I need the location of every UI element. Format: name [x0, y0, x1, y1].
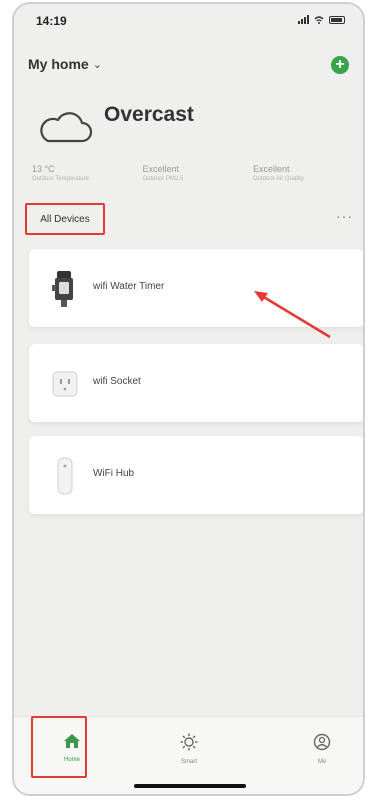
status-icons — [298, 15, 345, 24]
sun-icon — [180, 733, 198, 751]
socket-icon — [52, 371, 78, 397]
weather-stats: 13 °C Outdoor Temperature Excellent Outd… — [32, 164, 349, 182]
home-indicator — [134, 784, 246, 788]
stat-label: Outdoor PM2.5 — [142, 176, 184, 182]
phone-frame: 14:19 My home ⌄ + Overcast 13 °C Outdoor… — [12, 2, 365, 796]
stat-air-quality: Excellent Outdoor Air Quality — [253, 164, 349, 182]
tab-label: Smart — [180, 759, 197, 765]
stat-value: Excellent — [253, 164, 290, 174]
tab-label: Me — [317, 759, 327, 765]
water-timer-icon — [52, 271, 73, 307]
wifi-icon — [314, 15, 324, 24]
tab-me[interactable]: Me — [292, 733, 352, 765]
device-card-socket[interactable]: wifi Socket — [29, 344, 363, 422]
home-tab-highlight — [31, 716, 87, 778]
all-devices-label: All Devices — [40, 213, 90, 225]
device-card-hub[interactable]: WiFi Hub — [29, 436, 363, 514]
device-name: WiFi Hub — [93, 468, 135, 479]
battery-icon — [329, 15, 345, 24]
stat-label: Outdoor Air Quality — [253, 176, 304, 182]
more-options-icon[interactable]: ··· — [336, 208, 353, 224]
all-devices-tab[interactable]: All Devices — [25, 203, 105, 235]
stat-value: Excellent — [142, 164, 180, 174]
home-selector[interactable]: My home ⌄ — [28, 56, 102, 72]
stat-temperature: 13 °C Outdoor Temperature — [32, 164, 128, 182]
status-time: 14:19 — [36, 14, 67, 28]
home-name: My home — [28, 56, 89, 72]
signal-icon — [298, 15, 309, 24]
stat-label: Outdoor Temperature — [32, 176, 89, 182]
device-name: wifi Socket — [93, 376, 141, 387]
cloud-icon — [40, 112, 93, 143]
tab-smart[interactable]: Smart — [159, 733, 219, 765]
status-bar: 14:19 — [14, 4, 363, 44]
device-name: wifi Water Timer — [93, 281, 165, 292]
plus-circle-icon[interactable]: + — [331, 56, 349, 74]
device-card-water-timer[interactable]: wifi Water Timer — [29, 249, 363, 327]
weather-condition: Overcast — [104, 103, 194, 126]
user-icon — [313, 733, 331, 751]
chevron-down-icon: ⌄ — [92, 58, 102, 71]
stat-pm25: Excellent Outdoor PM2.5 — [143, 164, 239, 182]
hub-icon — [57, 457, 73, 495]
stat-value: 13 °C — [32, 164, 55, 174]
